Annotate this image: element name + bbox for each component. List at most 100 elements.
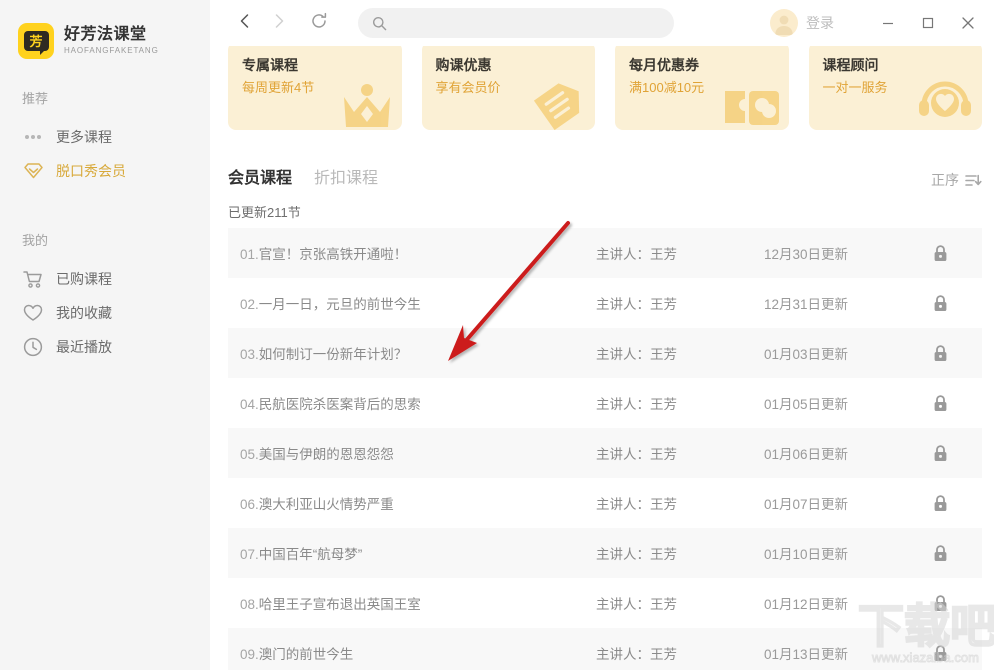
updated-count-label: 已更新211节 [210,190,1000,228]
course-number: 03. [240,347,259,362]
sidebar-group-mine: 我的 已购课程 我的收藏 [0,232,210,364]
lock-icon[interactable] [914,495,982,512]
course-title: 04.民航医院杀医案背后的思索 [228,393,596,413]
maximize-button[interactable] [908,3,948,43]
course-update-date: 01月13日更新 [764,643,914,663]
course-teacher: 主讲人：王芳 [596,243,764,263]
course-teacher: 主讲人：王芳 [596,343,764,363]
sidebar-item-more-courses[interactable]: 更多课程 [0,120,210,154]
sort-control[interactable]: 正序 [931,170,982,190]
lock-icon[interactable] [914,645,982,662]
course-update-date: 01月10日更新 [764,543,914,563]
brand: 芳 好芳法课堂 HAOFANGFAKETANG [0,0,210,64]
lock-icon[interactable] [914,395,982,412]
course-title: 06.澳大利亚山火情势严重 [228,493,596,513]
sidebar-item-recent-played[interactable]: 最近播放 [0,330,210,364]
course-number: 05. [240,447,259,462]
table-row[interactable]: 09.澳门的前世今生 主讲人：王芳 01月13日更新 [228,628,982,670]
course-title: 02.一月一日，元旦的前世今生 [228,293,596,313]
course-title-text: 民航医院杀医案背后的思索 [259,397,421,412]
lock-icon[interactable] [914,445,982,462]
sidebar: 芳 好芳法课堂 HAOFANGFAKETANG 推荐 更多课程 [0,0,210,670]
course-teacher: 主讲人：王芳 [596,443,764,463]
search-box[interactable] [358,8,674,38]
sidebar-item-purchased-courses[interactable]: 已购课程 [0,262,210,296]
sidebar-item-label: 已购课程 [56,269,112,289]
course-teacher: 主讲人：王芳 [596,593,764,613]
course-title: 03.如何制订一份新年计划？ [228,343,596,363]
table-row[interactable]: 08.哈里王子宣布退出英国王室 主讲人：王芳 01月12日更新 [228,578,982,628]
table-row[interactable]: 04.民航医院杀医案背后的思索 主讲人：王芳 01月05日更新 [228,378,982,428]
refresh-icon [310,12,328,35]
avatar[interactable] [770,9,798,37]
brand-name: 好芳法课堂 [64,25,159,44]
search-input[interactable] [395,16,660,31]
course-title: 05.美国与伊朗的恩恩怨怨 [228,443,596,463]
chevron-right-icon [270,12,288,35]
course-update-date: 01月03日更新 [764,343,914,363]
course-title-text: 如何制订一份新年计划？ [259,347,408,362]
course-number: 06. [240,497,259,512]
sidebar-item-favorites[interactable]: 我的收藏 [0,296,210,330]
more-dots-icon [22,126,44,148]
table-row[interactable]: 01.官宣！京张高铁开通啦！ 主讲人：王芳 12月30日更新 [228,228,982,278]
tab-member-courses[interactable]: 会员课程 [228,168,292,190]
promo-subtitle: 享有会员价 [436,79,596,97]
table-row[interactable]: 06.澳大利亚山火情势严重 主讲人：王芳 01月07日更新 [228,478,982,528]
promo-subtitle: 一对一服务 [823,79,983,97]
brand-subtitle: HAOFANGFAKETANG [64,45,159,57]
promo-card-course-advisor[interactable]: 课程顾问 一对一服务 [809,42,983,130]
sort-descending-icon [965,173,982,188]
course-number: 09. [240,647,259,662]
app-window: 芳 好芳法课堂 HAOFANGFAKETANG 推荐 更多课程 [0,0,1000,670]
close-button[interactable] [948,3,988,43]
back-button[interactable] [228,6,262,40]
sidebar-item-label: 脱口秀会员 [56,161,126,181]
lock-icon[interactable] [914,245,982,262]
search-icon [372,16,387,31]
lock-icon[interactable] [914,595,982,612]
course-update-date: 12月31日更新 [764,293,914,313]
logo-glyph: 芳 [29,35,42,48]
login-button[interactable]: 登录 [806,13,834,33]
clock-icon [22,336,44,358]
promo-subtitle: 每周更新4节 [242,79,402,97]
course-title-text: 哈里王子宣布退出英国王室 [259,597,421,612]
course-title-text: 澳大利亚山火情势严重 [259,497,394,512]
refresh-button[interactable] [302,6,336,40]
course-update-date: 01月05日更新 [764,393,914,413]
course-teacher: 主讲人：王芳 [596,643,764,663]
tab-discount-courses[interactable]: 折扣课程 [314,168,378,190]
course-number: 02. [240,297,259,312]
forward-button[interactable] [262,6,296,40]
promo-card-exclusive-courses[interactable]: 专属课程 每周更新4节 [228,42,402,130]
table-row[interactable]: 05.美国与伊朗的恩恩怨怨 主讲人：王芳 01月06日更新 [228,428,982,478]
course-number: 04. [240,397,259,412]
course-number: 01. [240,247,259,262]
course-update-date: 01月06日更新 [764,443,914,463]
tabs-row: 会员课程 折扣课程 正序 [210,142,1000,190]
sort-label: 正序 [931,170,959,190]
course-title: 01.官宣！京张高铁开通啦！ [228,243,596,263]
lock-icon[interactable] [914,545,982,562]
table-row[interactable]: 02.一月一日，元旦的前世今生 主讲人：王芳 12月31日更新 [228,278,982,328]
course-title: 09.澳门的前世今生 [228,643,596,663]
course-title-text: 中国百年“航母梦” [259,547,363,562]
app-logo-icon: 芳 [18,23,54,59]
chevron-left-icon [236,12,254,35]
titlebar-right: 登录 [770,3,1000,43]
minimize-button[interactable] [868,3,908,43]
lock-icon[interactable] [914,345,982,362]
sidebar-heading-mine: 我的 [0,232,210,250]
lock-icon[interactable] [914,295,982,312]
vip-diamond-icon [22,160,44,182]
promo-card-strip: 专属课程 每周更新4节 购课优惠 享有会员价 [210,46,1000,142]
promo-card-purchase-discount[interactable]: 购课优惠 享有会员价 [422,42,596,130]
course-number: 07. [240,547,259,562]
table-row[interactable]: 07.中国百年“航母梦” 主讲人：王芳 01月10日更新 [228,528,982,578]
sidebar-item-talkshow-vip[interactable]: 脱口秀会员 [0,154,210,188]
promo-title: 每月优惠券 [629,56,789,74]
course-list: 01.官宣！京张高铁开通啦！ 主讲人：王芳 12月30日更新 02.一月一日，元… [210,228,1000,670]
table-row[interactable]: 03.如何制订一份新年计划？ 主讲人：王芳 01月03日更新 [228,328,982,378]
promo-card-monthly-coupon[interactable]: 每月优惠券 满100减10元 [615,42,789,130]
